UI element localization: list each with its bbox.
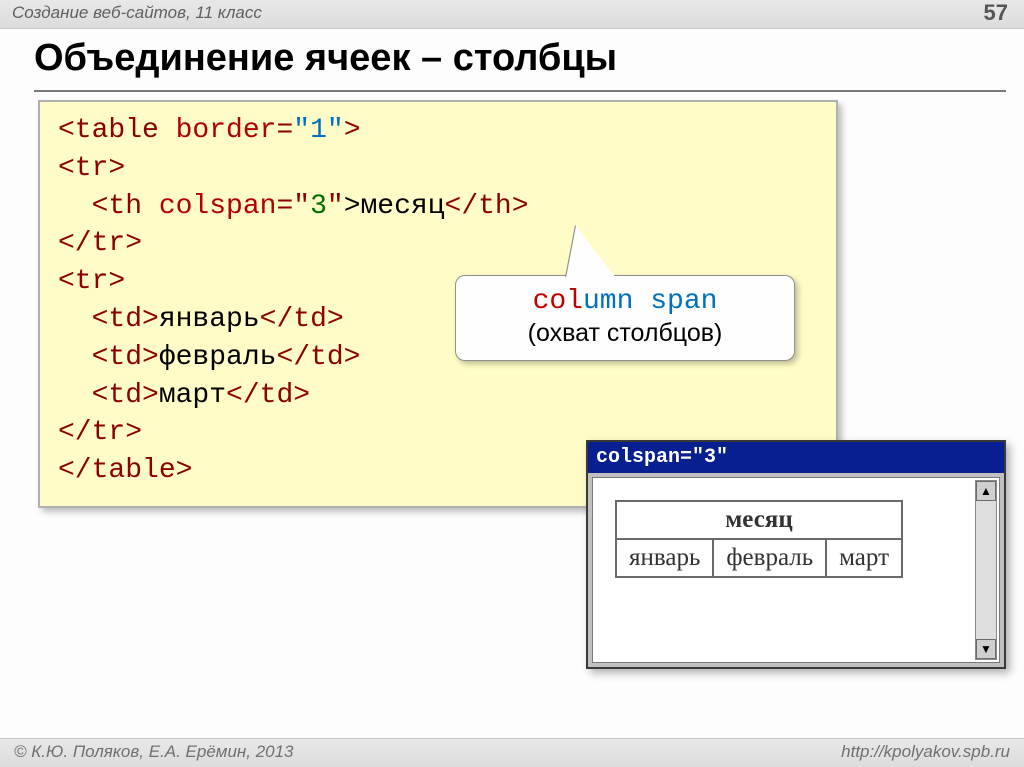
footer-url: http://kpolyakov.spb.ru: [841, 742, 1010, 762]
scrollbar[interactable]: ▲ ▼: [975, 480, 997, 660]
scroll-up-button[interactable]: ▲: [976, 481, 996, 501]
code-l7c: </td>: [276, 342, 360, 373]
code-l3f: >месяц: [344, 191, 445, 222]
code-l7b: февраль: [159, 342, 277, 373]
preview-client: месяц январь февраль март ▲ ▼: [592, 477, 1000, 663]
preview-table: месяц январь февраль март: [615, 500, 903, 578]
preview-c2: февраль: [713, 539, 826, 577]
chevron-up-icon: ▲: [980, 484, 992, 498]
code-l2: <tr>: [58, 153, 125, 184]
code-l3a: <th: [58, 191, 159, 222]
code-l8c: </td>: [226, 380, 310, 411]
preview-c1: январь: [616, 539, 713, 577]
scroll-down-button[interactable]: ▼: [976, 639, 996, 659]
preview-c3: март: [826, 539, 902, 577]
code-l3g: </th>: [445, 191, 529, 222]
title-rule: [34, 90, 1006, 92]
code-l8a: <td>: [58, 380, 159, 411]
code-l6a: <td>: [58, 304, 159, 335]
slide-title: Объединение ячеек – столбцы: [34, 37, 1024, 80]
code-l1e: >: [344, 115, 361, 146]
slide-header: Создание веб-сайтов, 11 класс 57: [0, 0, 1024, 29]
code-l6c: </td>: [260, 304, 344, 335]
slide: Создание веб-сайтов, 11 класс 57 Объедин…: [0, 0, 1024, 767]
code-l9: </tr>: [58, 417, 142, 448]
code-l6b: январь: [159, 304, 260, 335]
code-l3d: 3: [310, 191, 327, 222]
code-l1c: =: [276, 115, 293, 146]
chevron-down-icon: ▼: [980, 642, 992, 656]
code-l4: </tr>: [58, 228, 142, 259]
preview-th: месяц: [616, 501, 902, 539]
code-l1a: <table: [58, 115, 176, 146]
code-l8b: март: [159, 380, 226, 411]
callout-sub: (охват столбцов): [470, 319, 780, 348]
footer-copyright: © К.Ю. Поляков, Е.А. Ерёмин, 2013: [14, 742, 294, 762]
callout-term: column span: [470, 286, 780, 317]
table-row: январь февраль март: [616, 539, 902, 577]
code-l3c: =": [276, 191, 310, 222]
code-l5: <tr>: [58, 266, 125, 297]
callout-box: column span (охват столбцов): [455, 275, 795, 361]
page-number: 57: [984, 0, 1008, 26]
code-l3b: colspan: [159, 191, 277, 222]
code-l10: </table>: [58, 455, 192, 486]
table-row: месяц: [616, 501, 902, 539]
code-l3e: ": [327, 191, 344, 222]
code-l1b: border: [176, 115, 277, 146]
preview-window: colspan="3" месяц январь февраль март ▲ …: [586, 440, 1006, 669]
course-title: Создание веб-сайтов, 11 класс: [12, 3, 262, 23]
callout-rest: umn span: [583, 286, 717, 317]
preview-titlebar: colspan="3": [588, 442, 1004, 473]
code-l7a: <td>: [58, 342, 159, 373]
code-l1d: "1": [293, 115, 343, 146]
callout-em: col: [533, 286, 583, 317]
slide-footer: © К.Ю. Поляков, Е.А. Ерёмин, 2013 http:/…: [0, 738, 1024, 767]
